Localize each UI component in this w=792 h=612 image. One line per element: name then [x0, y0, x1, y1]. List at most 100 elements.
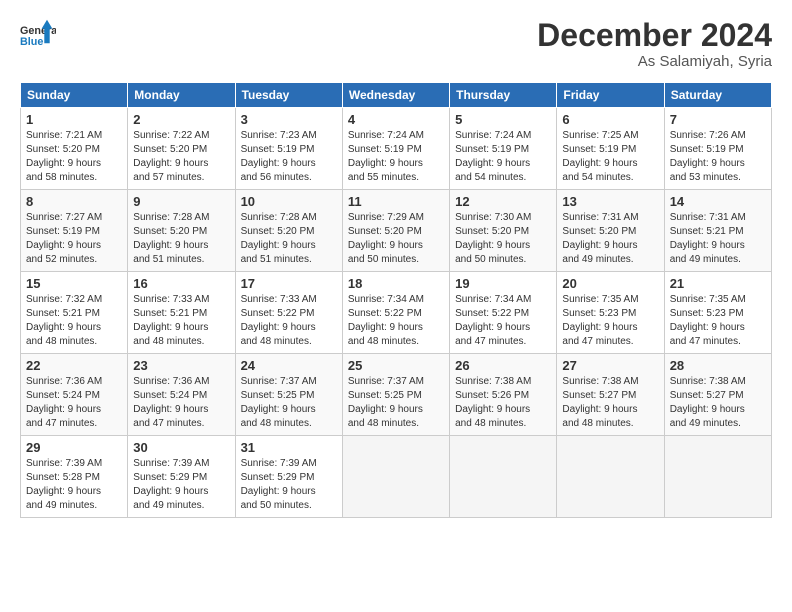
- calendar-week-3: 15 Sunrise: 7:32 AM Sunset: 5:21 PM Dayli…: [21, 272, 772, 354]
- col-header-monday: Monday: [128, 83, 235, 108]
- calendar-cell: 16 Sunrise: 7:33 AM Sunset: 5:21 PM Dayli…: [128, 272, 235, 354]
- day-number: 30: [133, 440, 229, 455]
- day-number: 2: [133, 112, 229, 127]
- day-number: 17: [241, 276, 337, 291]
- calendar-cell: 15 Sunrise: 7:32 AM Sunset: 5:21 PM Dayli…: [21, 272, 128, 354]
- calendar-cell: 24 Sunrise: 7:37 AM Sunset: 5:25 PM Dayli…: [235, 354, 342, 436]
- col-header-friday: Friday: [557, 83, 664, 108]
- header: GeneralBlue December 2024 As Salamiyah, …: [20, 18, 772, 70]
- day-info: Sunrise: 7:26 AM Sunset: 5:19 PM Dayligh…: [670, 129, 766, 185]
- calendar-cell: 27 Sunrise: 7:38 AM Sunset: 5:27 PM Dayli…: [557, 354, 664, 436]
- calendar-cell: 26Sunrise: 7:38 AM Sunset: 5:26 PM Dayli…: [450, 354, 557, 436]
- day-number: 18: [348, 276, 444, 291]
- day-number: 19: [455, 276, 551, 291]
- calendar-cell: 4Sunrise: 7:24 AM Sunset: 5:19 PM Daylig…: [342, 108, 449, 190]
- calendar-cell: 19 Sunrise: 7:34 AM Sunset: 5:22 PM Dayli…: [450, 272, 557, 354]
- day-info: Sunrise: 7:35 AM Sunset: 5:23 PM Dayligh…: [670, 293, 766, 349]
- calendar-cell: 20 Sunrise: 7:35 AM Sunset: 5:23 PM Dayli…: [557, 272, 664, 354]
- day-number: 10: [241, 194, 337, 209]
- svg-text:Blue: Blue: [20, 36, 43, 48]
- day-info: Sunrise: 7:34 AM Sunset: 5:22 PM Dayligh…: [455, 293, 551, 349]
- logo-icon: GeneralBlue: [20, 18, 56, 54]
- day-info: Sunrise: 7:28 AM Sunset: 5:20 PM Dayligh…: [241, 211, 337, 267]
- day-info: Sunrise: 7:31 AM Sunset: 5:20 PM Dayligh…: [562, 211, 658, 267]
- day-number: 24: [241, 358, 337, 373]
- day-number: 11: [348, 194, 444, 209]
- day-info: Sunrise: 7:27 AM Sunset: 5:19 PM Dayligh…: [26, 211, 122, 267]
- day-info: Sunrise: 7:32 AM Sunset: 5:21 PM Dayligh…: [26, 293, 122, 349]
- calendar-cell: 9 Sunrise: 7:28 AM Sunset: 5:20 PM Daylig…: [128, 190, 235, 272]
- col-header-tuesday: Tuesday: [235, 83, 342, 108]
- calendar-cell: 18 Sunrise: 7:34 AM Sunset: 5:22 PM Dayli…: [342, 272, 449, 354]
- day-number: 8: [26, 194, 122, 209]
- day-info: Sunrise: 7:36 AM Sunset: 5:24 PM Dayligh…: [133, 375, 229, 431]
- day-number: 16: [133, 276, 229, 291]
- day-info: Sunrise: 7:39 AM Sunset: 5:29 PM Dayligh…: [133, 457, 229, 513]
- day-number: 9: [133, 194, 229, 209]
- day-info: Sunrise: 7:23 AM Sunset: 5:19 PM Dayligh…: [241, 129, 337, 185]
- day-number: 28: [670, 358, 766, 373]
- calendar-week-4: 22Sunrise: 7:36 AM Sunset: 5:24 PM Dayli…: [21, 354, 772, 436]
- day-info: Sunrise: 7:38 AM Sunset: 5:27 PM Dayligh…: [562, 375, 658, 431]
- day-info: Sunrise: 7:37 AM Sunset: 5:25 PM Dayligh…: [348, 375, 444, 431]
- day-info: Sunrise: 7:29 AM Sunset: 5:20 PM Dayligh…: [348, 211, 444, 267]
- day-number: 25: [348, 358, 444, 373]
- calendar-cell: 3Sunrise: 7:23 AM Sunset: 5:19 PM Daylig…: [235, 108, 342, 190]
- calendar-cell: 6Sunrise: 7:25 AM Sunset: 5:19 PM Daylig…: [557, 108, 664, 190]
- calendar-week-5: 29 Sunrise: 7:39 AM Sunset: 5:28 PM Dayli…: [21, 436, 772, 518]
- day-info: Sunrise: 7:35 AM Sunset: 5:23 PM Dayligh…: [562, 293, 658, 349]
- day-number: 29: [26, 440, 122, 455]
- day-number: 14: [670, 194, 766, 209]
- day-number: 20: [562, 276, 658, 291]
- calendar-cell: [664, 436, 771, 518]
- calendar-cell: 30 Sunrise: 7:39 AM Sunset: 5:29 PM Dayli…: [128, 436, 235, 518]
- calendar-cell: [557, 436, 664, 518]
- day-info: Sunrise: 7:39 AM Sunset: 5:29 PM Dayligh…: [241, 457, 337, 513]
- calendar-cell: 12 Sunrise: 7:30 AM Sunset: 5:20 PM Dayli…: [450, 190, 557, 272]
- day-number: 23: [133, 358, 229, 373]
- calendar-cell: 10 Sunrise: 7:28 AM Sunset: 5:20 PM Dayli…: [235, 190, 342, 272]
- calendar-cell: 25 Sunrise: 7:37 AM Sunset: 5:25 PM Dayli…: [342, 354, 449, 436]
- calendar-cell: 13 Sunrise: 7:31 AM Sunset: 5:20 PM Dayli…: [557, 190, 664, 272]
- day-info: Sunrise: 7:30 AM Sunset: 5:20 PM Dayligh…: [455, 211, 551, 267]
- calendar-cell: [342, 436, 449, 518]
- day-info: Sunrise: 7:34 AM Sunset: 5:22 PM Dayligh…: [348, 293, 444, 349]
- day-info: Sunrise: 7:39 AM Sunset: 5:28 PM Dayligh…: [26, 457, 122, 513]
- calendar: SundayMondayTuesdayWednesdayThursdayFrid…: [20, 82, 772, 518]
- day-number: 13: [562, 194, 658, 209]
- calendar-cell: 5 Sunrise: 7:24 AM Sunset: 5:19 PM Daylig…: [450, 108, 557, 190]
- day-number: 12: [455, 194, 551, 209]
- day-info: Sunrise: 7:22 AM Sunset: 5:20 PM Dayligh…: [133, 129, 229, 185]
- calendar-cell: 23 Sunrise: 7:36 AM Sunset: 5:24 PM Dayli…: [128, 354, 235, 436]
- calendar-cell: 28 Sunrise: 7:38 AM Sunset: 5:27 PM Dayli…: [664, 354, 771, 436]
- day-number: 31: [241, 440, 337, 455]
- calendar-cell: [450, 436, 557, 518]
- day-info: Sunrise: 7:24 AM Sunset: 5:19 PM Dayligh…: [455, 129, 551, 185]
- day-info: Sunrise: 7:25 AM Sunset: 5:19 PM Dayligh…: [562, 129, 658, 185]
- col-header-saturday: Saturday: [664, 83, 771, 108]
- day-number: 4: [348, 112, 444, 127]
- day-number: 5: [455, 112, 551, 127]
- day-number: 7: [670, 112, 766, 127]
- calendar-cell: 8 Sunrise: 7:27 AM Sunset: 5:19 PM Daylig…: [21, 190, 128, 272]
- calendar-cell: 14Sunrise: 7:31 AM Sunset: 5:21 PM Dayli…: [664, 190, 771, 272]
- day-number: 15: [26, 276, 122, 291]
- calendar-week-2: 8 Sunrise: 7:27 AM Sunset: 5:19 PM Daylig…: [21, 190, 772, 272]
- calendar-cell: 17Sunrise: 7:33 AM Sunset: 5:22 PM Dayli…: [235, 272, 342, 354]
- calendar-cell: 31 Sunrise: 7:39 AM Sunset: 5:29 PM Dayli…: [235, 436, 342, 518]
- day-number: 21: [670, 276, 766, 291]
- title-block: December 2024 As Salamiyah, Syria: [537, 18, 772, 70]
- day-info: Sunrise: 7:38 AM Sunset: 5:27 PM Dayligh…: [670, 375, 766, 431]
- day-info: Sunrise: 7:28 AM Sunset: 5:20 PM Dayligh…: [133, 211, 229, 267]
- day-info: Sunrise: 7:33 AM Sunset: 5:21 PM Dayligh…: [133, 293, 229, 349]
- calendar-cell: 11 Sunrise: 7:29 AM Sunset: 5:20 PM Dayli…: [342, 190, 449, 272]
- day-number: 27: [562, 358, 658, 373]
- day-info: Sunrise: 7:21 AM Sunset: 5:20 PM Dayligh…: [26, 129, 122, 185]
- day-number: 1: [26, 112, 122, 127]
- day-info: Sunrise: 7:37 AM Sunset: 5:25 PM Dayligh…: [241, 375, 337, 431]
- logo: GeneralBlue: [20, 18, 60, 54]
- day-number: 26: [455, 358, 551, 373]
- subtitle: As Salamiyah, Syria: [537, 53, 772, 70]
- calendar-cell: 29 Sunrise: 7:39 AM Sunset: 5:28 PM Dayli…: [21, 436, 128, 518]
- month-title: December 2024: [537, 18, 772, 53]
